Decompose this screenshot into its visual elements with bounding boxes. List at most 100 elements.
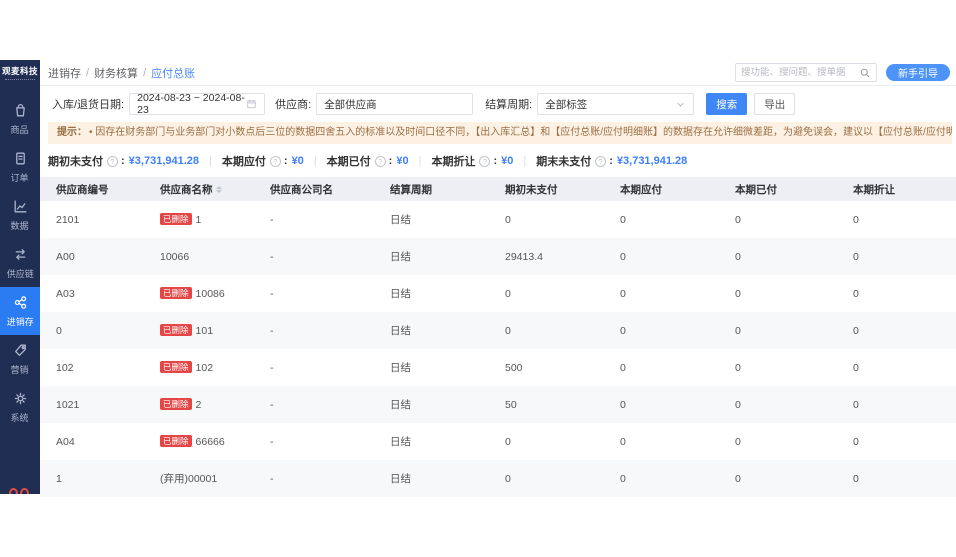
help-icon[interactable]: ?	[375, 156, 386, 167]
stat-value: ¥0	[292, 155, 304, 167]
period-payable: 0	[620, 436, 626, 448]
search-icon[interactable]	[859, 67, 871, 79]
stat-label: 期初未支付	[48, 153, 103, 169]
summary-stat: 期末未支付?:¥3,731,941.28	[536, 153, 687, 169]
stat-value: ¥3,731,941.28	[129, 155, 199, 167]
breadcrumb-item-inventory[interactable]: 进销存	[48, 65, 81, 81]
calendar-icon	[246, 98, 257, 110]
table-row: A03已删除10086-日结0000	[40, 275, 956, 312]
supplier-input[interactable]: 全部供应商	[316, 93, 473, 115]
table-row: 1021已删除2-日结50000	[40, 386, 956, 423]
help-icon[interactable]: ?	[107, 156, 118, 167]
period-discount: 0	[853, 362, 859, 374]
supplier-name: 2	[196, 399, 202, 411]
period-discount: 0	[853, 288, 859, 300]
sidebar-item-label: 进销存	[6, 314, 33, 327]
opening-unpaid: 0	[505, 325, 511, 337]
summary-separator: |	[314, 155, 317, 167]
period-discount: 0	[853, 214, 859, 226]
bottom-badge-icon[interactable]	[9, 488, 29, 494]
period-paid: 0	[735, 473, 741, 485]
opening-unpaid: 0	[505, 288, 511, 300]
guide-button[interactable]: 新手引导	[886, 64, 950, 81]
deleted-badge: 已删除	[160, 287, 192, 299]
deleted-badge: 已删除	[160, 324, 192, 336]
period-discount: 0	[853, 436, 859, 448]
payable-table: 供应商编号供应商名称供应商公司名结算周期期初未支付本期应付本期已付本期折让 21…	[40, 177, 956, 497]
logo-subtext	[5, 79, 35, 81]
breadcrumb-item-finance[interactable]: 财务核算	[94, 65, 138, 81]
column-header: 供应商编号	[56, 182, 160, 197]
summary-stat: 本期已付?:¥0	[327, 153, 409, 169]
topbar-right: 新手引导	[735, 63, 950, 82]
period-discount: 0	[853, 325, 859, 337]
date-range-input[interactable]: 2024-08-23 ~ 2024-08-23	[129, 93, 265, 115]
help-icon[interactable]: ?	[479, 156, 490, 167]
company-name: -	[270, 399, 274, 411]
period-paid: 0	[735, 251, 741, 263]
order-icon	[12, 150, 29, 167]
sidebar-item-label: 数据	[11, 218, 29, 231]
supply-chain-icon	[12, 246, 29, 263]
stat-label: 本期已付	[327, 153, 371, 169]
summary-separator: |	[419, 155, 422, 167]
sidebar-item-supply-chain[interactable]: 供应链	[0, 239, 40, 287]
gear-icon	[12, 390, 29, 407]
help-icon[interactable]: ?	[270, 156, 281, 167]
sidebar-nav: 商品订单数据供应链进销存营销系统	[0, 95, 40, 431]
page: 观麦科技 商品订单数据供应链进销存营销系统 进销存 / 财务核算 / 应付总账	[0, 0, 956, 557]
supplier-name: 102	[196, 362, 214, 374]
table-row: A04已删除66666-日结0000	[40, 423, 956, 460]
sidebar-item-order[interactable]: 订单	[0, 143, 40, 191]
column-header: 结算周期	[390, 182, 505, 197]
summary-bar: 期初未支付?:¥3,731,941.28 | 本期应付?:¥0 | 本期已付?:¥0 | 本…	[40, 151, 956, 171]
opening-unpaid: 0	[505, 473, 511, 485]
period-discount: 0	[853, 399, 859, 411]
breadcrumb-separator: /	[143, 67, 146, 79]
period-paid: 0	[735, 399, 741, 411]
table-header-row: 供应商编号供应商名称供应商公司名结算周期期初未支付本期应付本期已付本期折让	[40, 177, 956, 201]
period-discount: 0	[853, 473, 859, 485]
global-search-box[interactable]	[735, 63, 877, 82]
filter-bar: 入库/退货日期: 2024-08-23 ~ 2024-08-23 供应商: 全部…	[40, 93, 956, 115]
table-row: 2101已删除1-日结0000	[40, 201, 956, 238]
opening-unpaid: 50	[505, 399, 517, 411]
hint-bar: 提示：• 因存在财务部门与业务部门对小数点后三位的数据四舍五入的标准以及时间口径…	[48, 122, 952, 144]
table-row: 102已删除102-日结500000	[40, 349, 956, 386]
global-search-input[interactable]	[741, 67, 859, 78]
summary-separator: |	[209, 155, 212, 167]
period-select[interactable]: 全部标签	[537, 93, 694, 115]
inventory-icon	[12, 294, 29, 311]
supplier-label: 供应商:	[275, 96, 311, 112]
bag-icon	[12, 102, 29, 119]
sidebar-item-inventory[interactable]: 进销存	[0, 287, 40, 335]
supplier-code: 102	[56, 362, 74, 374]
breadcrumb-item-payable-ledger: 应付总账	[151, 65, 195, 81]
column-header: 供应商公司名	[270, 182, 390, 197]
sidebar-item-chart[interactable]: 数据	[0, 191, 40, 239]
period-paid: 0	[735, 325, 741, 337]
deleted-badge: 已删除	[160, 361, 192, 373]
help-icon[interactable]: ?	[595, 156, 606, 167]
date-range-label: 入库/退货日期:	[52, 96, 124, 112]
export-button[interactable]: 导出	[754, 93, 795, 115]
sidebar-item-tag[interactable]: 营销	[0, 335, 40, 383]
sidebar-item-bag[interactable]: 商品	[0, 95, 40, 143]
sort-icon[interactable]	[216, 186, 222, 193]
search-button[interactable]: 搜索	[706, 93, 747, 115]
supplier-code: A03	[56, 288, 75, 300]
period-payable: 0	[620, 251, 626, 263]
hint-prefix: 提示：	[57, 127, 87, 138]
period-paid: 0	[735, 362, 741, 374]
summary-stat: 本期应付?:¥0	[222, 153, 304, 169]
period-payable: 0	[620, 399, 626, 411]
company-name: -	[270, 362, 274, 374]
summary-stat: 期初未支付?:¥3,731,941.28	[48, 153, 199, 169]
settle-period: 日结	[390, 288, 411, 300]
breadcrumb-separator: /	[86, 67, 89, 79]
sidebar-item-gear[interactable]: 系统	[0, 383, 40, 431]
period-payable: 0	[620, 362, 626, 374]
table-row: 0已删除101-日结0000	[40, 312, 956, 349]
sidebar-item-label: 系统	[11, 410, 29, 423]
column-header: 供应商名称	[160, 182, 270, 197]
